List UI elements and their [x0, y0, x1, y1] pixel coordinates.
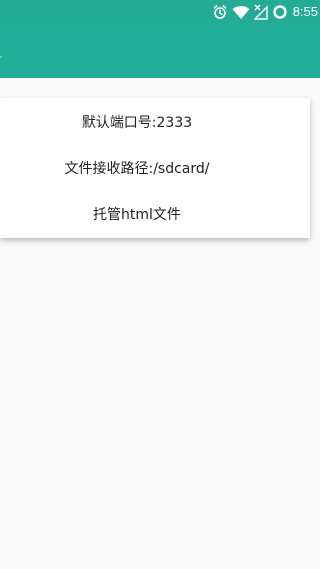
signal-off-icon	[253, 4, 268, 20]
options-menu: 默认端口号:2333 文件接收路径:/sdcard/ 托管html文件	[0, 98, 310, 238]
menu-item-receive-path[interactable]: 文件接收路径:/sdcard/	[0, 158, 274, 180]
loading-circle-icon	[272, 4, 288, 20]
status-bar: 8:55	[0, 0, 320, 24]
wifi-icon	[232, 4, 250, 20]
back-edge-indicator	[0, 56, 2, 58]
status-time: 8:55	[292, 4, 318, 19]
alarm-icon	[212, 4, 228, 20]
app-bar	[0, 24, 320, 78]
status-icons: 8:55	[212, 3, 318, 21]
menu-item-host-html[interactable]: 托管html文件	[0, 204, 274, 226]
menu-item-default-port[interactable]: 默认端口号:2333	[0, 112, 274, 134]
